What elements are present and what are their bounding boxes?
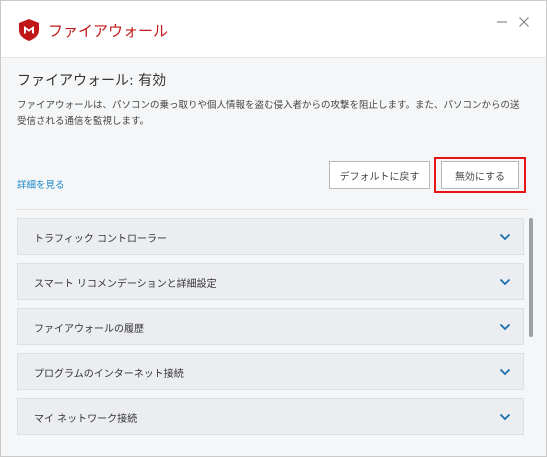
close-button[interactable] xyxy=(513,11,535,33)
section-label: ファイアウォールの履歴 xyxy=(34,324,144,335)
disable-button[interactable]: 無効にする xyxy=(441,161,519,189)
mcafee-shield-icon xyxy=(19,19,39,41)
section-firewall-history[interactable]: ファイアウォールの履歴 xyxy=(17,308,524,345)
section-label: スマート リコメンデーションと詳細設定 xyxy=(34,279,217,290)
divider xyxy=(17,209,529,210)
learn-more-link[interactable]: 詳細を見る xyxy=(17,177,65,191)
firewall-window: ファイアウォール ファイアウォール: 有効 ファイアウォールは、パソコンの乗っ取… xyxy=(0,0,547,457)
close-icon xyxy=(519,17,529,27)
section-label: マイ ネットワーク接続 xyxy=(34,414,138,425)
section-label: プログラムのインターネット接続 xyxy=(34,369,184,380)
title-bar: ファイアウォール xyxy=(1,1,546,58)
section-smart-recommendation[interactable]: スマート リコメンデーションと詳細設定 xyxy=(17,263,524,300)
main-content: ファイアウォール: 有効 ファイアウォールは、パソコンの乗っ取りや個人情報を盗む… xyxy=(1,58,546,456)
section-my-network[interactable]: マイ ネットワーク接続 xyxy=(17,398,524,435)
chevron-down-icon xyxy=(499,413,511,421)
section-program-connections[interactable]: プログラムのインターネット接続 xyxy=(17,353,524,390)
description-text: ファイアウォールは、パソコンの乗っ取りや個人情報を盗む侵入者からの攻撃を阻止しま… xyxy=(17,100,520,127)
page-title: ファイアウォール: 有効 xyxy=(17,73,167,89)
minimize-icon xyxy=(497,21,507,23)
section-traffic-controller[interactable]: トラフィック コントローラー xyxy=(17,218,524,255)
scrollbar-thumb[interactable] xyxy=(529,218,533,337)
restore-default-button[interactable]: デフォルトに戻す xyxy=(329,161,430,189)
chevron-down-icon xyxy=(499,323,511,331)
chevron-down-icon xyxy=(499,278,511,286)
app-title: ファイアウォール xyxy=(48,22,169,40)
section-label: トラフィック コントローラー xyxy=(34,234,167,245)
minimize-button[interactable] xyxy=(491,11,513,33)
chevron-down-icon xyxy=(499,233,511,241)
chevron-down-icon xyxy=(499,368,511,376)
